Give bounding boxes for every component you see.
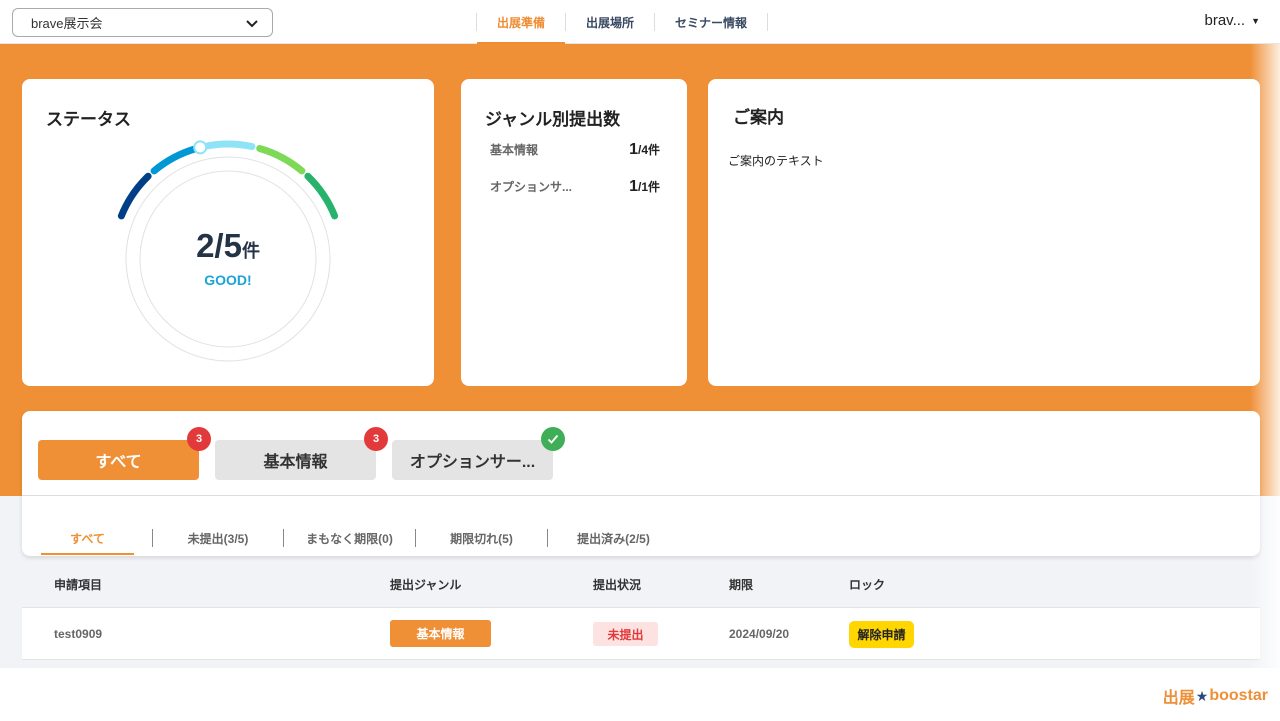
table-row[interactable]: test0909 基本情報 未提出 2024/09/20 解除申請 (22, 607, 1260, 660)
gauge-segment (304, 172, 339, 220)
info-card: ご案内 ご案内のテキスト (708, 79, 1260, 386)
genre-count-title: ジャンル別提出数 (485, 110, 621, 129)
status-count-value: 2/5 (196, 227, 242, 264)
genre-total: /4件 (637, 143, 660, 157)
status-tabs: すべて 未提出(3/5) まもなく期限(0) 期限切れ(5) 提出済み(2/5) (22, 521, 679, 555)
status-tab-submitted[interactable]: 提出済み(2/5) (548, 521, 679, 555)
gauge-segment (256, 144, 306, 175)
main-nav: 出展準備 出展場所 セミナー情報 (476, 0, 769, 44)
genre-total: /1件 (637, 180, 660, 194)
column-header: 期限 (729, 578, 754, 592)
caret-down-icon: ▼ (1251, 15, 1260, 26)
logo-text-left: 出展 (1162, 690, 1195, 707)
genre-value: 1/1件 (629, 178, 660, 196)
check-icon (541, 427, 565, 451)
divider (22, 495, 1260, 496)
nav-tab-preparation[interactable]: 出展準備 (477, 0, 566, 44)
boostar-logo: 出展 ★ boostar (1163, 684, 1268, 708)
event-select[interactable]: brave展示会 (12, 8, 273, 37)
unlock-request-button[interactable]: 解除申請 (849, 621, 914, 648)
gauge-segment (117, 172, 152, 220)
column-header: ロック (849, 578, 886, 592)
genre-tab-label: 基本情報 (263, 454, 328, 471)
status-tab-all[interactable]: すべて (41, 521, 134, 555)
genre-tab-label: オプションサー... (409, 454, 536, 471)
count-badge: 3 (187, 427, 211, 451)
genre-tab-option-service[interactable]: オプションサー... (392, 427, 565, 480)
count-badge: 3 (364, 427, 388, 451)
status-tab-unsubmitted[interactable]: 未提出(3/5) (153, 521, 283, 555)
deadline: 2024/09/20 (729, 627, 790, 641)
logo-text-right: boostar (1209, 687, 1268, 704)
genre-done: 1 (629, 141, 638, 158)
genre-name: オプションサ... (490, 180, 573, 194)
filter-panel: すべて 3 基本情報 3 オプションサー... すべて 未提出(3/5) まもな… (22, 411, 1260, 556)
gauge-segment (150, 144, 200, 175)
gauge-segment (200, 140, 256, 151)
status-title: ステータス (46, 110, 131, 129)
genre-name: 基本情報 (490, 143, 539, 157)
item-name[interactable]: test0909 (54, 627, 102, 641)
genre-tab-all[interactable]: すべて 3 (38, 427, 211, 480)
genre-tag: 基本情報 (390, 620, 491, 647)
genre-value: 1/4件 (629, 141, 660, 159)
genre-done: 1 (629, 178, 638, 195)
genre-count-card: ジャンル別提出数 基本情報 1/4件 オプションサ... 1/1件 (461, 79, 687, 386)
status-tab-expired[interactable]: 期限切れ(5) (416, 521, 547, 555)
footer: 出展 ★ boostar (0, 668, 1280, 721)
status-count: 2/5件 (22, 227, 434, 265)
status-label: GOOD! (204, 272, 252, 288)
genre-row: オプションサ... 1/1件 (490, 178, 660, 196)
top-header: brave展示会 出展準備 出展場所 セミナー情報 brav... ▼ (0, 0, 1280, 44)
chevron-down-icon (246, 19, 258, 27)
genre-tab-label: すべて (95, 454, 142, 471)
column-header: 提出ジャンル (390, 578, 462, 592)
user-menu[interactable]: brav... ▼ (1205, 12, 1261, 29)
status-card: ステータス 2/5件 GOOD! (22, 79, 434, 386)
column-header: 申請項目 (54, 578, 103, 592)
star-icon: ★ (1195, 687, 1209, 704)
status-tab-due-soon[interactable]: まもなく期限(0) (284, 521, 415, 555)
nav-tab-seminar[interactable]: セミナー情報 (655, 0, 767, 44)
event-select-value: brave展示会 (31, 16, 103, 31)
info-text: ご案内のテキスト (728, 154, 824, 168)
user-name: brav... (1204, 12, 1246, 29)
genre-tab-basic-info[interactable]: 基本情報 3 (215, 427, 388, 480)
info-title: ご案内 (733, 108, 784, 127)
genre-row: 基本情報 1/4件 (490, 141, 660, 159)
submission-status-badge: 未提出 (593, 622, 658, 646)
table-header: 申請項目 提出ジャンル 提出状況 期限 ロック (22, 569, 1260, 607)
nav-tab-booth-location[interactable]: 出展場所 (566, 0, 654, 44)
column-header: 提出状況 (593, 578, 642, 592)
status-count-unit: 件 (241, 241, 260, 261)
gauge-marker (193, 140, 208, 155)
